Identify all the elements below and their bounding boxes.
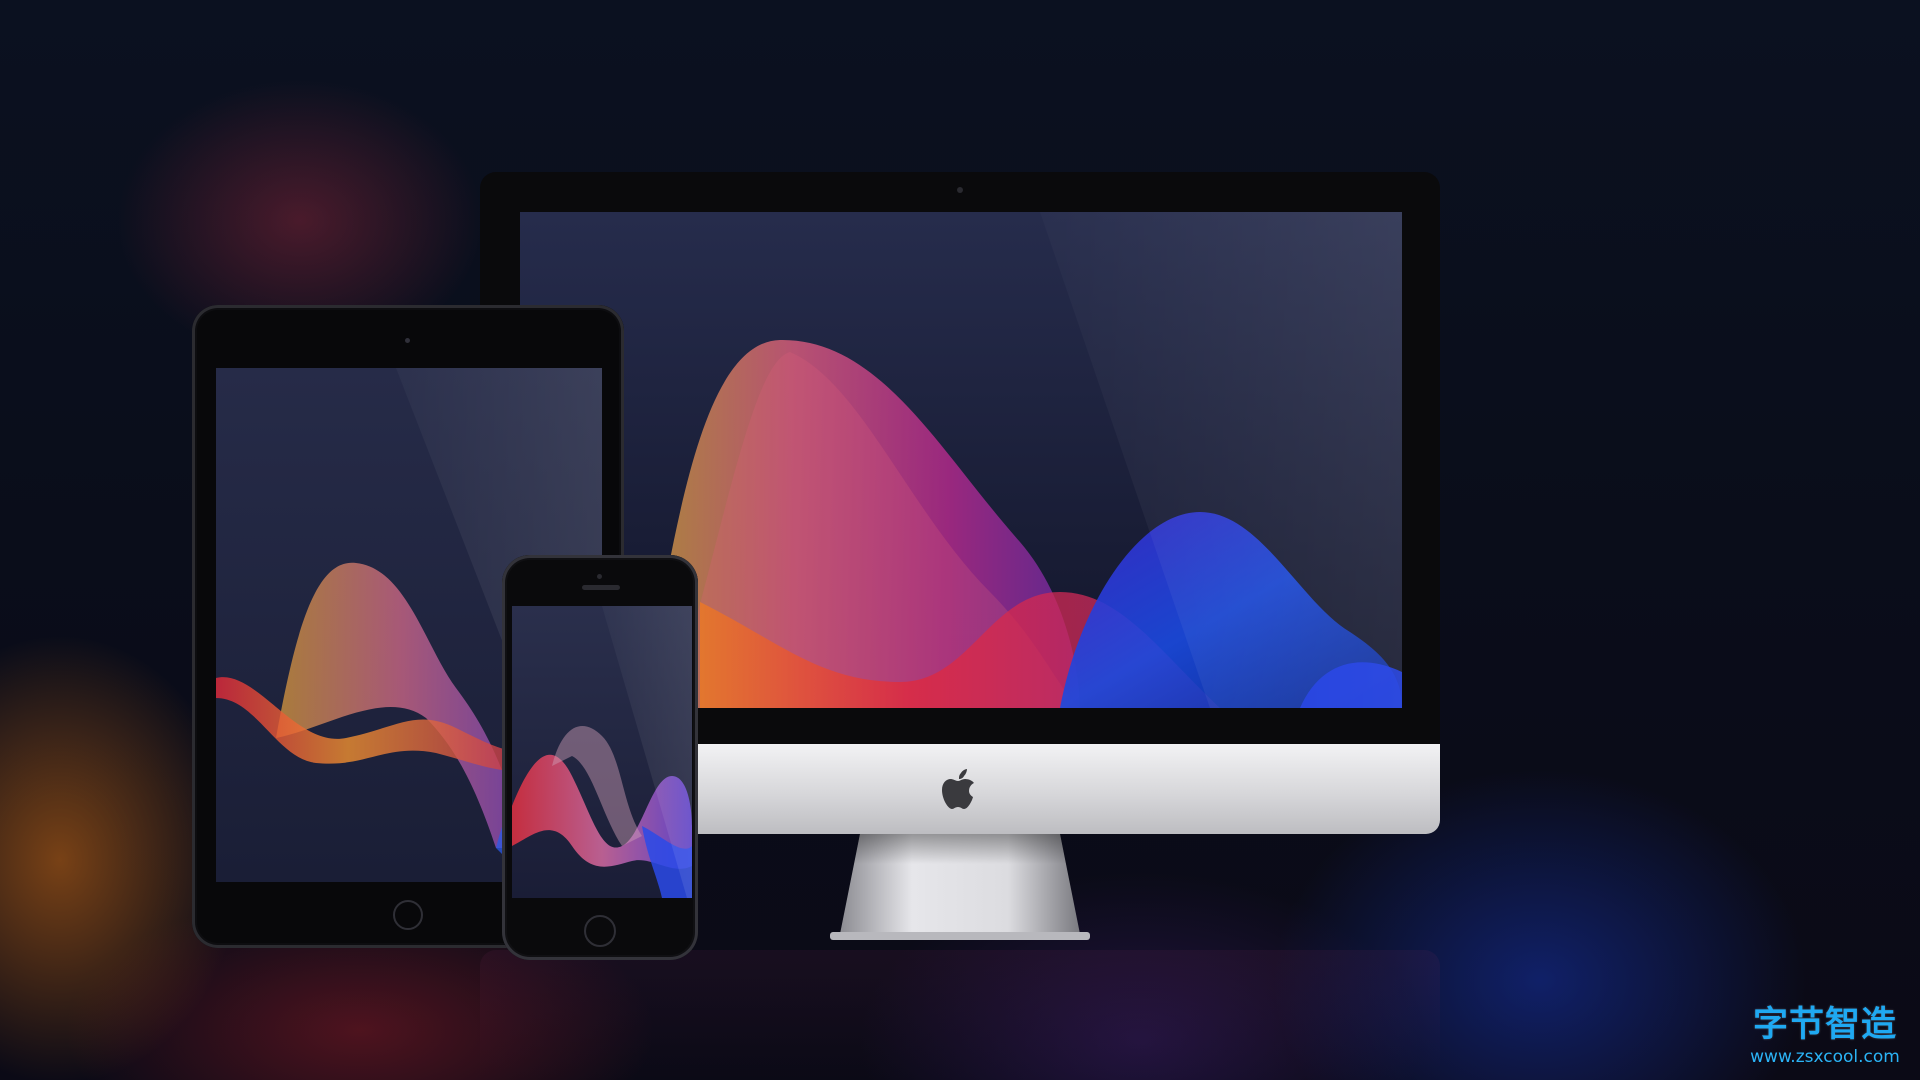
- ipad-camera-icon: [405, 338, 410, 343]
- apple-logo-icon: [942, 769, 974, 809]
- home-button-icon: [584, 915, 616, 947]
- imac-stand: [830, 834, 1090, 946]
- device-mockup-scene: 字节智造 www.zsxcool.com: [0, 0, 1920, 1080]
- watermark-brand: 字节智造: [1752, 1005, 1897, 1045]
- imac-camera-icon: [957, 187, 963, 193]
- watermark-url: www.zsxcool.com: [1750, 1047, 1900, 1067]
- watermark: 字节智造 www.zsxcool.com: [1730, 1004, 1920, 1080]
- iphone-screen: [512, 606, 692, 898]
- iphone-speaker: [582, 585, 620, 590]
- home-button-icon: [393, 900, 423, 930]
- iphone-wallpaper: [512, 606, 692, 898]
- imac-reflection: [480, 950, 1440, 1080]
- iphone-camera-icon: [597, 574, 602, 579]
